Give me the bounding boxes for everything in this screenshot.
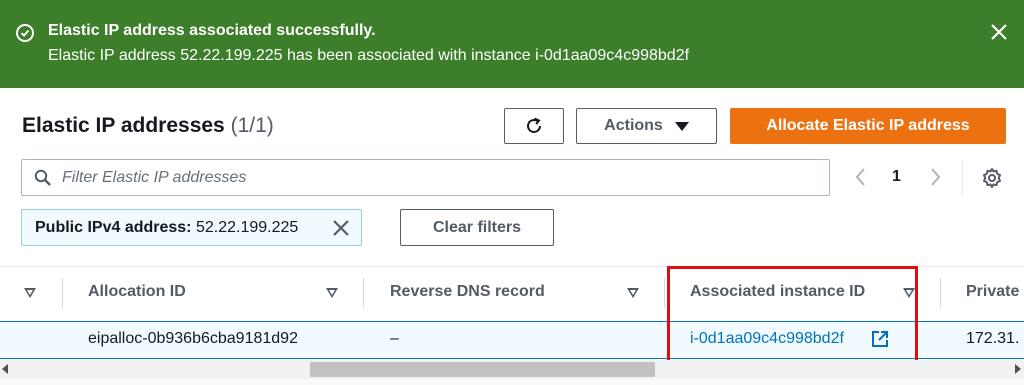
column-divider xyxy=(62,278,63,308)
cell-reverse-dns: – xyxy=(390,330,399,347)
next-page-icon[interactable] xyxy=(926,166,944,188)
column-divider xyxy=(664,278,665,308)
column-header-allocation-id[interactable]: Allocation ID xyxy=(88,283,186,301)
flash-banner: Elastic IP address associated successful… xyxy=(0,0,1024,88)
refresh-icon xyxy=(527,117,541,133)
horizontal-scrollbar[interactable] xyxy=(0,360,1024,379)
sort-icon[interactable] xyxy=(627,288,639,298)
pager-divider xyxy=(962,160,963,196)
caret-down-icon xyxy=(674,121,689,131)
allocate-label: Allocate Elastic IP address xyxy=(766,117,970,134)
page-title-count: (1/1) xyxy=(230,114,274,137)
filter-token-value: 52.22.199.225 xyxy=(195,219,299,236)
scroll-left-icon[interactable] xyxy=(2,364,8,374)
refresh-button[interactable] xyxy=(504,108,564,144)
filter-token-key: Public IPv4 address: xyxy=(35,219,192,236)
flash-message: Elastic IP address 52.22.199.225 has bee… xyxy=(48,47,690,64)
clear-filters-button[interactable]: Clear filters xyxy=(400,209,554,246)
external-link-icon[interactable] xyxy=(871,330,889,348)
column-divider xyxy=(940,278,941,308)
select-column-sort-icon[interactable] xyxy=(24,288,36,298)
cell-allocation-id: eipalloc-0b936b6cba9181d92 xyxy=(88,330,298,347)
cell-private-ip: 172.31. xyxy=(966,330,1020,347)
actions-label: Actions xyxy=(604,117,663,134)
filter-input[interactable] xyxy=(62,161,822,194)
page-title: Elastic IP addresses (1/1) xyxy=(22,114,274,138)
column-divider xyxy=(363,278,364,308)
success-check-icon xyxy=(16,24,34,42)
bottom-edge xyxy=(0,379,1024,385)
search-icon xyxy=(34,169,51,186)
clear-filters-label: Clear filters xyxy=(432,218,522,236)
scrollbar-thumb[interactable] xyxy=(310,362,655,377)
current-page-number[interactable]: 1 xyxy=(892,168,901,186)
sort-icon[interactable] xyxy=(326,288,338,298)
column-header-private-ip[interactable]: Private xyxy=(966,283,1019,301)
page-title-text: Elastic IP addresses xyxy=(22,114,225,137)
instance-id-link[interactable]: i-0d1aa09c4c998bd2f xyxy=(690,330,844,347)
close-icon[interactable] xyxy=(988,21,1010,43)
gear-icon[interactable] xyxy=(980,166,1004,190)
remove-filter-icon[interactable] xyxy=(331,218,351,238)
table-top-border xyxy=(0,266,1024,267)
filter-token-text: Public IPv4 address: 52.22.199.225 xyxy=(35,219,298,237)
allocate-elastic-ip-button[interactable]: Allocate Elastic IP address xyxy=(730,108,1006,144)
previous-page-icon[interactable] xyxy=(852,166,870,188)
cell-associated-instance-id[interactable]: i-0d1aa09c4c998bd2f xyxy=(690,330,844,348)
filter-box xyxy=(21,159,830,196)
column-header-associated-instance-id[interactable]: Associated instance ID xyxy=(690,283,865,301)
filter-token: Public IPv4 address: 52.22.199.225 xyxy=(21,209,362,246)
scroll-right-icon[interactable] xyxy=(1015,364,1021,374)
column-header-reverse-dns[interactable]: Reverse DNS record xyxy=(390,283,545,301)
actions-dropdown-button[interactable]: Actions xyxy=(576,108,717,144)
flash-title: Elastic IP address associated successful… xyxy=(48,22,376,39)
sort-icon[interactable] xyxy=(903,288,915,298)
